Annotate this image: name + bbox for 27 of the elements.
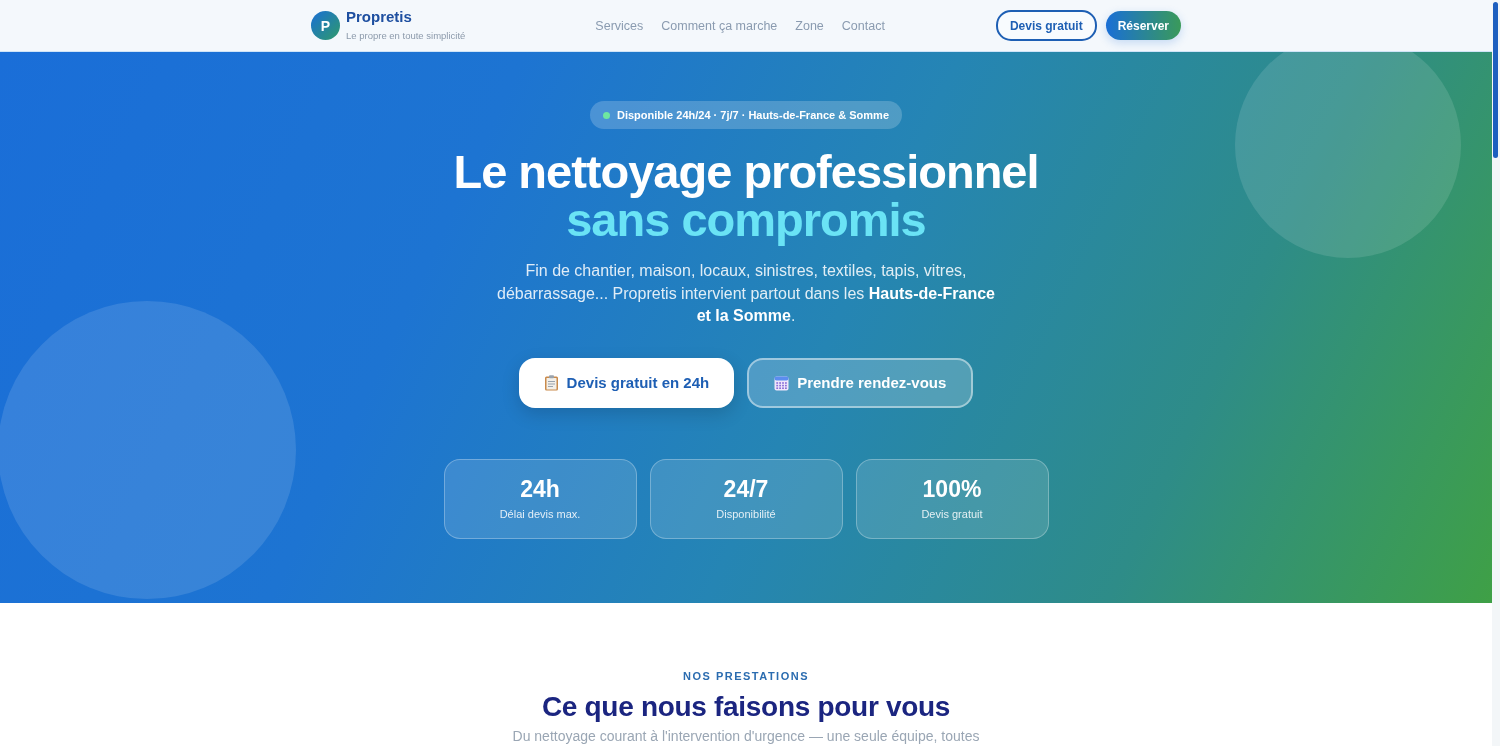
stat-value: 24/7 xyxy=(723,476,769,502)
nav-link[interactable]: Contact xyxy=(841,18,885,33)
booking-button[interactable]: Réserver xyxy=(1105,11,1181,40)
scrollbar-thumb[interactable] xyxy=(1493,2,1498,158)
stat-label: Délai devis max. xyxy=(499,507,581,521)
nav-link[interactable]: Comment ça marche xyxy=(661,18,778,33)
hero-description: Fin de chantier, maison, locaux, sinistres, textiles, tapis, vitres, débarrassage... Propretis intervient partout dans les Hauts-de-France et la Somme. xyxy=(496,261,996,326)
hero-title: Le nettoyage professionnel xyxy=(453,148,1039,196)
stat-value: 24h xyxy=(520,476,560,502)
brand-tagline: Le propre en toute simplicité xyxy=(346,29,466,43)
section-eyebrow: NOS PRESTATIONS xyxy=(683,669,809,683)
stat-label: Disponibilité xyxy=(716,507,776,521)
logo-mark[interactable]: P xyxy=(311,11,340,40)
status-dot-icon xyxy=(603,111,610,119)
section-title: Ce que nous faisons pour vous xyxy=(541,690,951,724)
nav-link[interactable]: Zone xyxy=(795,18,824,33)
nav-link[interactable]: Services xyxy=(595,18,644,33)
stat-label: Devis gratuit xyxy=(921,507,983,521)
stat-value: 100% xyxy=(922,476,982,502)
section-intro: Du nettoyage courant à l'intervention d'urgence — une seule équipe, toutes xyxy=(512,728,980,745)
appointment-button[interactable]: Prendre rendez-vous xyxy=(747,357,974,408)
badge-text: Disponible 24h/24 · 7j/7 · Hauts-de-France & Somme xyxy=(617,109,889,121)
clipboard-icon xyxy=(543,374,559,391)
quote-button[interactable]: Devis gratuit en 24h xyxy=(518,357,735,408)
brand-name[interactable]: Propretis xyxy=(346,8,466,26)
calendar-icon xyxy=(774,374,790,391)
quote-button[interactable]: Devis gratuit xyxy=(995,10,1097,41)
